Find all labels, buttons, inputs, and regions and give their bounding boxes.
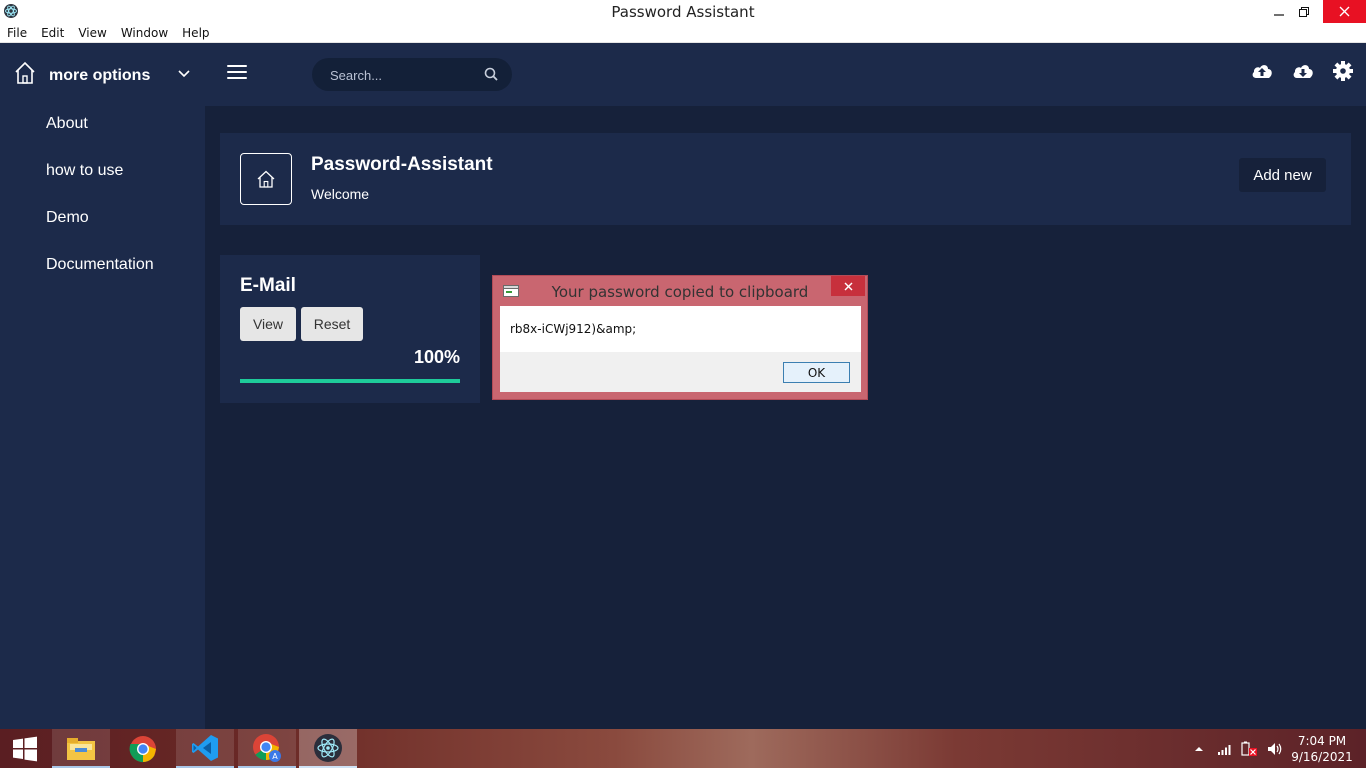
top-header [205, 43, 1366, 106]
dialog-close-button[interactable] [831, 276, 865, 296]
chrome-profile-icon: A [253, 733, 281, 762]
page-title: Password-Assistant [311, 154, 493, 175]
dialog-body: rb8x-iCWj912)&amp; [500, 306, 861, 352]
sidebar-item-demo[interactable]: Demo [46, 209, 89, 227]
windows-start-icon [13, 736, 37, 761]
close-window-button[interactable] [1323, 0, 1366, 23]
reset-button[interactable]: Reset [301, 307, 363, 341]
menu-bar: File Edit View Window Help [0, 23, 1366, 43]
window-title: Password Assistant [611, 3, 755, 21]
search-input[interactable] [330, 66, 480, 84]
sidebar: more options About how to use Demo Docum… [0, 43, 205, 729]
menu-edit[interactable]: Edit [41, 26, 64, 40]
gear-icon[interactable] [1333, 61, 1353, 81]
ok-button[interactable]: OK [783, 362, 850, 383]
dialog-footer: OK [500, 352, 861, 392]
clock-time: 7:04 PM [1297, 734, 1347, 748]
strength-progress-fill [240, 379, 460, 383]
card-title: E-Mail [240, 275, 296, 296]
minimize-button[interactable] [1265, 0, 1293, 23]
electron-app-icon [314, 733, 342, 762]
more-options-label: more options [49, 67, 151, 84]
sidebar-item-about[interactable]: About [46, 115, 88, 133]
cloud-upload-icon[interactable] [1251, 61, 1273, 81]
close-icon [1339, 6, 1350, 17]
strength-percent: 100% [413, 347, 460, 367]
home-icon [15, 61, 35, 84]
taskbar-chrome[interactable] [114, 729, 172, 768]
main-content: Password-Assistant Welcome Add new E-Mai… [205, 106, 1366, 729]
menu-help[interactable]: Help [182, 26, 209, 40]
search-icon[interactable] [484, 67, 498, 81]
taskbar-chrome-profile[interactable]: A [238, 729, 296, 768]
search-box [312, 58, 512, 91]
page-header: Password-Assistant Welcome Add new [220, 133, 1351, 225]
clipboard-dialog: Your password copied to clipboard rb8x-i… [492, 275, 868, 400]
chevron-down-icon [178, 70, 190, 78]
restore-button[interactable] [1290, 0, 1318, 23]
sidebar-item-how-to-use[interactable]: how to use [46, 162, 123, 180]
battery-warning-icon[interactable] [1241, 741, 1259, 757]
cloud-download-icon[interactable] [1292, 61, 1314, 81]
window-titlebar: Password Assistant [0, 0, 1366, 23]
windows-start-button[interactable] [0, 729, 50, 768]
hamburger-menu-icon[interactable] [227, 65, 247, 81]
dialog-title: Your password copied to clipboard [551, 283, 809, 301]
network-icon[interactable] [1217, 742, 1233, 756]
sidebar-item-documentation[interactable]: Documentation [46, 256, 154, 274]
page-subtitle: Welcome [311, 186, 370, 202]
page-home-icon-box [240, 153, 292, 205]
add-new-button[interactable]: Add new [1239, 158, 1326, 192]
clock-date: 9/16/2021 [1291, 750, 1353, 764]
view-button[interactable]: View [240, 307, 296, 341]
close-icon [844, 282, 852, 290]
taskbar-file-explorer[interactable] [52, 729, 110, 768]
show-hidden-icons-icon[interactable] [1193, 744, 1205, 754]
minimize-icon [1274, 13, 1284, 16]
svg-text:A: A [272, 752, 278, 761]
vscode-icon [192, 734, 218, 761]
more-options-dropdown[interactable]: more options [14, 61, 194, 89]
password-card: E-Mail View Reset 100% [220, 255, 480, 403]
restore-icon [1299, 6, 1309, 17]
home-icon [257, 170, 275, 188]
menu-window[interactable]: Window [121, 26, 168, 40]
menu-file[interactable]: File [7, 26, 27, 40]
taskbar-electron-app[interactable] [299, 729, 357, 768]
chrome-icon [129, 735, 156, 762]
menu-view[interactable]: View [78, 26, 106, 40]
strength-progress-bar [240, 379, 460, 383]
system-tray [1193, 729, 1283, 768]
windows-taskbar: A 7:04 PM 9/16/2021 [0, 729, 1366, 768]
file-explorer-icon [67, 737, 95, 760]
volume-icon[interactable] [1267, 742, 1283, 756]
taskbar-clock[interactable]: 7:04 PM 9/16/2021 [1286, 733, 1358, 765]
dialog-message: rb8x-iCWj912)&amp; [510, 322, 637, 336]
taskbar-vscode[interactable] [176, 729, 234, 768]
